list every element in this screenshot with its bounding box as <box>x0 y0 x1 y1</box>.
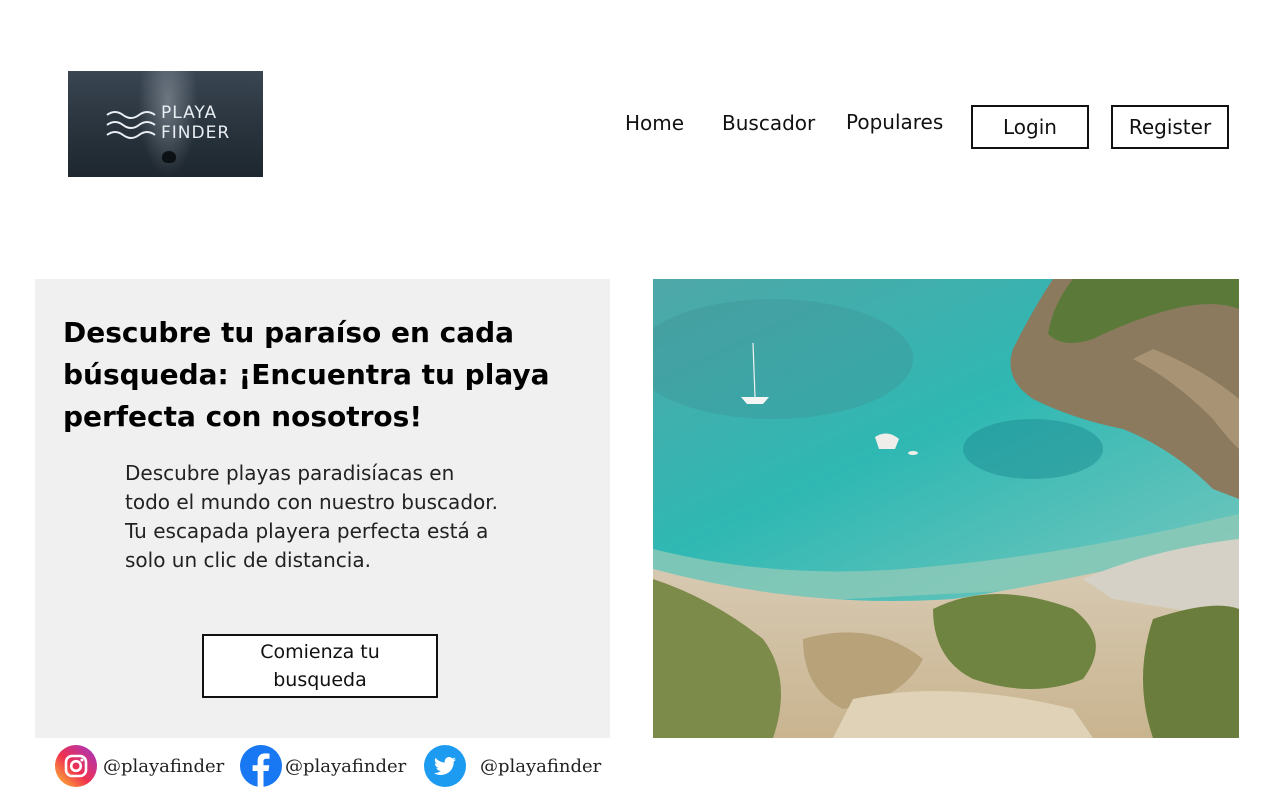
facebook-icon <box>240 745 282 787</box>
nav-popular-link[interactable]: Populares <box>846 110 943 134</box>
logo-text: PLAYA FINDER <box>161 103 230 143</box>
instagram-handle: @playafinder <box>103 755 225 777</box>
hero-description: Descubre playas paradisíacas en todo el … <box>125 461 498 572</box>
nav-search-link[interactable]: Buscador <box>722 111 815 135</box>
social-instagram[interactable]: @playafinder <box>55 745 224 787</box>
instagram-icon <box>55 745 97 787</box>
logo-line-1: PLAYA <box>161 103 218 123</box>
login-button[interactable]: Login <box>971 105 1089 149</box>
twitter-handle: @playafinder <box>480 755 602 777</box>
shell-icon <box>162 151 176 163</box>
hero-title: Descubre tu paraíso en cada búsqueda: ¡E… <box>63 316 550 433</box>
logo[interactable]: PLAYA FINDER <box>68 71 263 177</box>
social-twitter[interactable]: @playafinder <box>424 745 601 787</box>
waves-icon <box>106 111 156 139</box>
register-button[interactable]: Register <box>1111 105 1229 149</box>
logo-line-2: FINDER <box>161 123 231 143</box>
nav-home-link[interactable]: Home <box>625 111 684 135</box>
hero-panel: Descubre tu paraíso en cada búsqueda: ¡E… <box>35 279 610 738</box>
start-search-button[interactable]: Comienza tu busqueda <box>202 634 438 698</box>
social-facebook[interactable]: @playafinder <box>240 745 406 787</box>
beach-illustration <box>653 279 1239 738</box>
twitter-icon <box>424 745 466 787</box>
beach-photo <box>653 279 1239 738</box>
facebook-handle: @playafinder <box>285 755 407 777</box>
